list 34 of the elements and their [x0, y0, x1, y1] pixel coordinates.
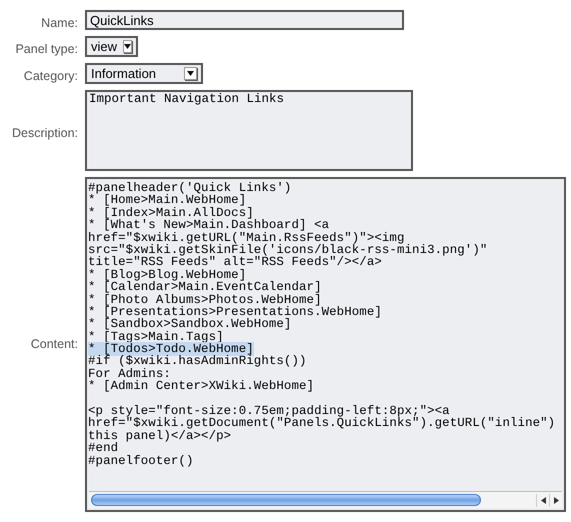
field-label: Panel type:: [15, 41, 78, 58]
code-line: src="$xwiki.getSkinFile('icons/black-rss-mini3.png')": [88, 242, 488, 257]
code-line: #panelfooter(): [88, 454, 194, 468]
code-line: For Admins:: [88, 366, 171, 381]
horizontal-scrollbar[interactable]: [89, 491, 562, 508]
category-select[interactable]: Information: [85, 63, 203, 84]
code-line: * [Tags>Main.Tags]: [88, 330, 224, 344]
code-line: * [Index>Main.AllDocs]: [88, 206, 254, 220]
code-line: #end: [88, 441, 118, 456]
code-line: title="RSS Feeds" alt="RSS Feeds"/></a>: [88, 255, 382, 270]
code-line: <p style="font-size:0.75em;padding-left:8px;"><a: [88, 404, 450, 418]
field-label: Content:: [30, 336, 78, 354]
code-line: * [What's New>Main.Dashboard] <a: [88, 218, 330, 232]
field-label: Name:: [41, 14, 78, 32]
code-line: * [Admin Center>XWiki.WebHome]: [88, 379, 314, 394]
code-line: * [Photo Albums>Photos.WebHome]: [88, 292, 322, 307]
description-textarea[interactable]: Important Navigation Links: [85, 90, 413, 171]
scrollbar-thumb[interactable]: [91, 494, 481, 506]
content-textarea[interactable]: [85, 177, 566, 512]
code-line: * [Calendar>Main.EventCalendar]: [88, 280, 322, 294]
code-line: * [Sandbox>Sandbox.WebHome]: [88, 317, 292, 332]
scroll-left-icon[interactable]: [536, 494, 549, 506]
code-line: #if ($xwiki.hasAdminRights()): [88, 354, 307, 368]
field-label: Description:: [12, 125, 78, 142]
code-line: href="$xwiki.getURL("Main.RssFeeds")"><img: [88, 230, 404, 245]
code-line: href="$xwiki.getDocument("Panels.QuickLinks").getURL("inline"): [88, 416, 556, 430]
code-line: * [Home>Main.WebHome]: [88, 193, 246, 208]
name-input[interactable]: QuickLinks: [85, 10, 404, 30]
code-line: this panel)</a></p>: [88, 428, 232, 443]
field-label: Category:: [24, 68, 78, 86]
code-line: * [Blog>Blog.WebHome]: [88, 268, 246, 282]
panel-type-select[interactable]: view: [85, 36, 138, 57]
code-line: #panelheader('Quick Links'): [88, 181, 292, 195]
code-line: * [Presentations>Presentations.WebHome]: [88, 304, 382, 319]
